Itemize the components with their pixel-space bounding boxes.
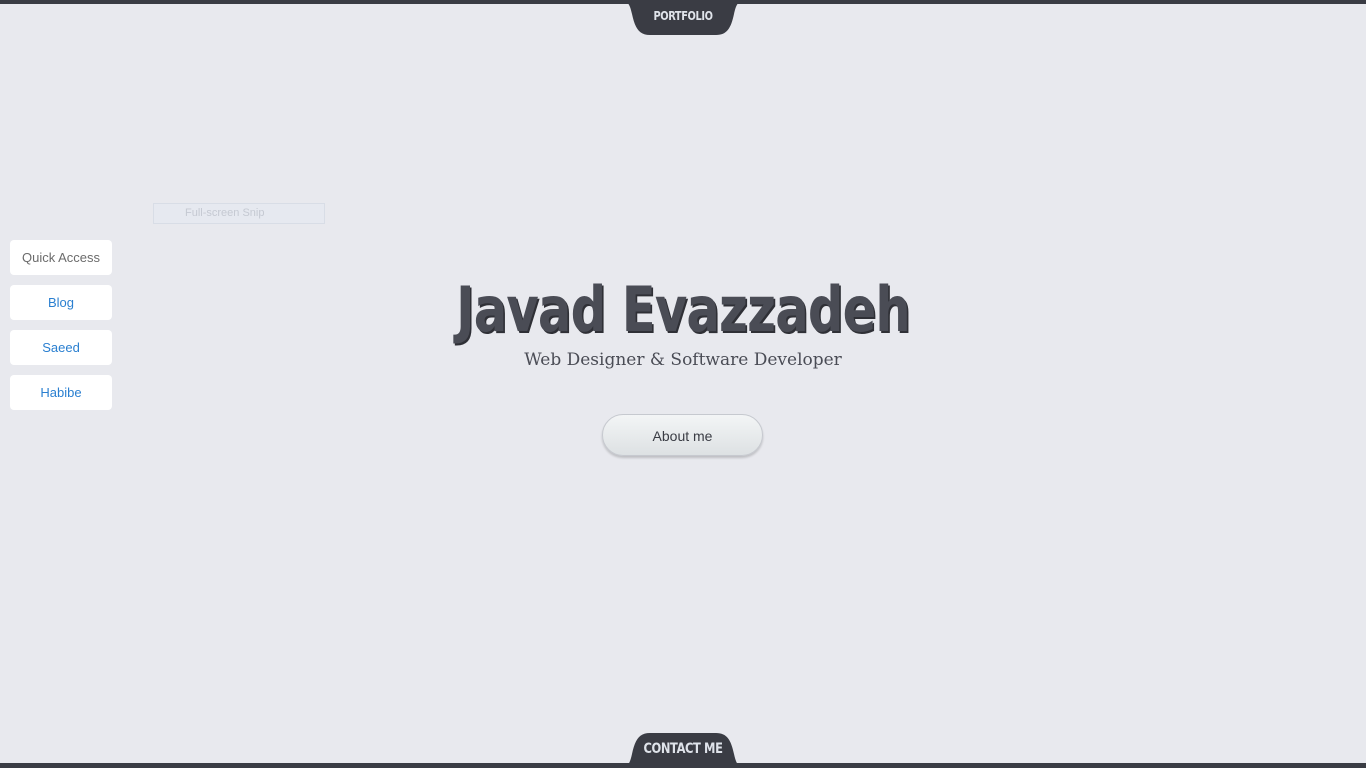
hero-title: Javad Evazzadeh [456, 273, 911, 346]
quick-access-header: Quick Access [10, 240, 112, 275]
portfolio-tab-label: PORTFOLIO [653, 9, 713, 23]
quick-access-panel: Quick Access Blog Saeed Habibe [10, 240, 112, 420]
quick-access-link-habibe[interactable]: Habibe [10, 375, 112, 410]
full-screen-snip-tooltip: Full-screen Snip [153, 203, 325, 224]
hero-subtitle: Web Designer & Software Developer [524, 350, 842, 370]
contact-me-tab-label: CONTACT ME [643, 741, 723, 757]
quick-access-link-blog[interactable]: Blog [10, 285, 112, 320]
portfolio-tab[interactable]: PORTFOLIO [620, 0, 746, 35]
bottom-border-bar [0, 763, 1366, 768]
snip-label: Full-screen Snip [185, 207, 265, 219]
page: PORTFOLIO Full-screen Snip Quick Access … [0, 0, 1366, 768]
about-me-button[interactable]: About me [602, 414, 763, 456]
